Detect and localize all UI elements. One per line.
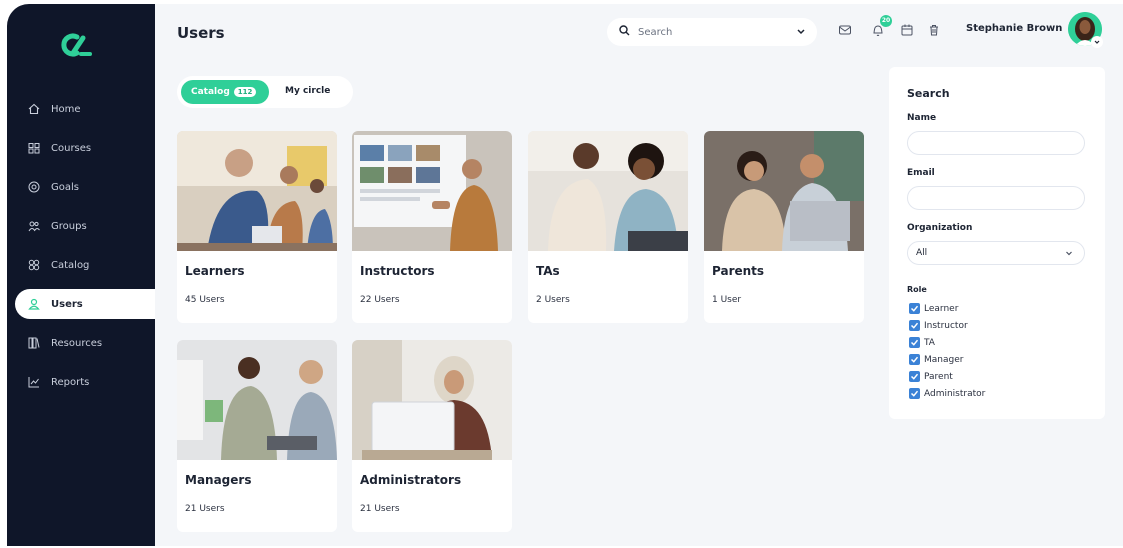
search-icon [619, 25, 630, 39]
checkbox-checked-icon[interactable] [909, 371, 920, 382]
user-name[interactable]: Stephanie Brown [966, 23, 1062, 34]
tab-catalog-label: Catalog [191, 87, 230, 97]
organization-value: All [916, 248, 928, 258]
sidebar-item-goals[interactable]: Goals [15, 172, 155, 202]
managers-photo [177, 340, 337, 460]
organization-label: Organization [907, 223, 973, 233]
role-checkbox-manager[interactable]: Manager [909, 353, 963, 366]
goals-icon [27, 180, 41, 194]
card-title: TAs [536, 264, 560, 278]
learners-photo [177, 131, 337, 251]
user-group-card-managers[interactable]: Managers 21 Users [177, 340, 337, 532]
user-icon [27, 297, 41, 311]
sidebar: Home Courses Goals Groups Catalog Users [7, 4, 155, 546]
role-checkbox-parent[interactable]: Parent [909, 370, 953, 383]
email-field[interactable] [907, 186, 1085, 210]
sidebar-item-resources[interactable]: Resources [15, 328, 155, 358]
page-title: Users [177, 24, 225, 42]
organization-select[interactable]: All [907, 241, 1085, 265]
mail-icon[interactable] [838, 22, 854, 38]
catalog-icon [27, 258, 41, 272]
sidebar-item-label: Reports [51, 376, 90, 388]
trash-icon[interactable] [927, 22, 943, 38]
name-label: Name [907, 113, 937, 123]
card-count: 21 Users [185, 504, 225, 514]
user-group-card-parents[interactable]: Parents 1 User [704, 131, 864, 323]
role-label-text: Administrator [924, 388, 986, 399]
sidebar-item-reports[interactable]: Reports [15, 367, 155, 397]
card-count: 1 User [712, 295, 742, 305]
role-label-text: Parent [924, 371, 953, 382]
logo[interactable] [59, 30, 95, 60]
role-checkbox-ta[interactable]: TA [909, 336, 935, 349]
email-label: Email [907, 168, 935, 178]
role-label-text: Instructor [924, 320, 968, 331]
reports-icon [27, 375, 41, 389]
card-title: Parents [712, 264, 765, 278]
sidebar-item-label: Home [51, 103, 81, 115]
tab-catalog[interactable]: Catalog 112 [181, 80, 269, 104]
role-checkbox-learner[interactable]: Learner [909, 302, 958, 315]
checkbox-checked-icon[interactable] [909, 320, 920, 331]
sidebar-item-label: Groups [51, 220, 87, 232]
calendar-icon[interactable] [900, 22, 916, 38]
checkbox-checked-icon[interactable] [909, 388, 920, 399]
sidebar-item-label: Courses [51, 142, 92, 154]
card-count: 22 Users [360, 295, 400, 305]
notification-badge: 20 [880, 15, 892, 27]
card-title: Learners [185, 264, 245, 278]
role-label-text: Learner [924, 303, 959, 314]
role-label-text: TA [924, 337, 935, 348]
checkbox-checked-icon[interactable] [909, 337, 920, 348]
search-input[interactable]: Search [607, 18, 817, 46]
parents-photo [704, 131, 864, 251]
user-group-card-administrators[interactable]: Administrators 21 Users [352, 340, 512, 532]
user-group-card-instructors[interactable]: Instructors 22 Users [352, 131, 512, 323]
catalog-count-badge: 112 [233, 87, 257, 97]
administrators-photo [352, 340, 512, 460]
chevron-down-icon[interactable] [795, 25, 807, 40]
groups-icon [27, 219, 41, 233]
card-title: Managers [185, 473, 252, 487]
courses-icon [27, 141, 41, 155]
sidebar-item-catalog[interactable]: Catalog [15, 250, 155, 280]
chevron-down-icon[interactable] [1091, 36, 1103, 48]
main-content: Users Search 20 Stephanie Brown Catalog … [155, 4, 1123, 546]
sidebar-item-label: Users [51, 298, 83, 310]
card-title: Administrators [360, 473, 462, 487]
user-group-card-learners[interactable]: Learners 45 Users [177, 131, 337, 323]
name-field[interactable] [907, 131, 1085, 155]
card-count: 45 Users [185, 295, 225, 305]
sidebar-item-courses[interactable]: Courses [15, 133, 155, 163]
search-placeholder: Search [638, 26, 673, 38]
sidebar-item-label: Catalog [51, 259, 90, 271]
resources-icon [27, 336, 41, 350]
role-checkbox-administrator[interactable]: Administrator [909, 387, 985, 400]
sidebar-item-groups[interactable]: Groups [15, 211, 155, 241]
home-icon [27, 102, 41, 116]
checkbox-checked-icon[interactable] [909, 354, 920, 365]
sidebar-item-label: Resources [51, 337, 103, 349]
sidebar-item-users[interactable]: Users [15, 289, 155, 319]
role-checkbox-instructor[interactable]: Instructor [909, 319, 968, 332]
sidebar-item-home[interactable]: Home [15, 94, 155, 124]
tas-photo [528, 131, 688, 251]
instructors-photo [352, 131, 512, 251]
user-group-card-tas[interactable]: TAs 2 Users [528, 131, 688, 323]
tab-my-circle[interactable]: My circle [285, 86, 330, 96]
chevron-down-icon [1064, 248, 1074, 261]
sidebar-item-label: Goals [51, 181, 79, 193]
card-count: 2 Users [536, 295, 570, 305]
panel-title: Search [907, 87, 950, 100]
card-count: 21 Users [360, 504, 400, 514]
role-label: Role [907, 285, 927, 294]
search-filter-panel: Search Name Email Organization All Role … [889, 67, 1105, 419]
role-label-text: Manager [924, 354, 964, 365]
catalog-tabs: Catalog 112 My circle [177, 76, 353, 108]
card-title: Instructors [360, 264, 435, 278]
checkbox-checked-icon[interactable] [909, 303, 920, 314]
